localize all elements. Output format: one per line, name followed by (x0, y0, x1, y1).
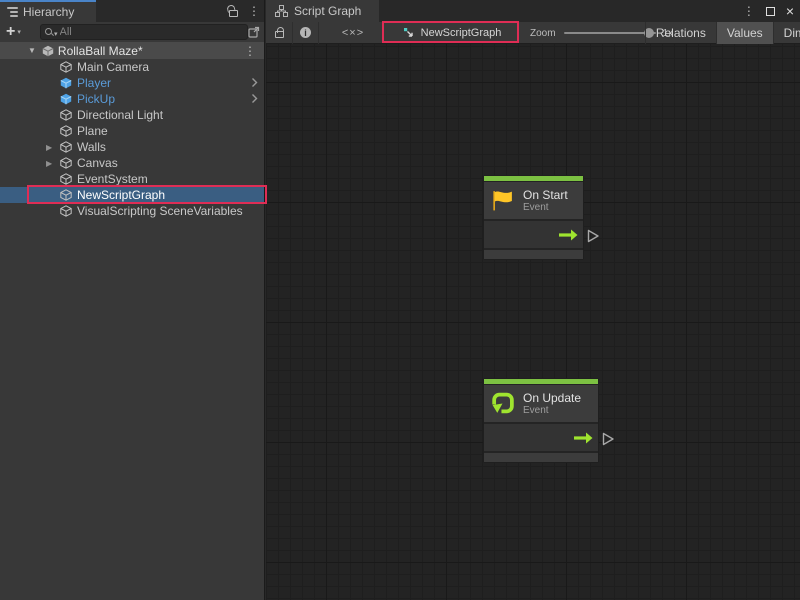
node-subtitle: Event (523, 202, 568, 214)
graph-info-button[interactable]: i (293, 22, 319, 44)
prefab-chevron-icon[interactable] (251, 77, 258, 91)
code-brackets-icon: <×> (342, 27, 364, 39)
relations-button[interactable]: Relations (645, 22, 716, 44)
zoom-label: Zoom (530, 28, 556, 39)
gameobject-cube-icon (60, 141, 74, 153)
graph-lock-button[interactable] (266, 22, 293, 44)
node-on-start[interactable]: On Start Event (483, 175, 584, 260)
search-icon (45, 28, 53, 36)
node-title: On Start (523, 188, 568, 202)
hierarchy-item-newscriptgraph[interactable]: NewScriptGraph (0, 187, 264, 203)
hierarchy-item-label: EventSystem (77, 172, 148, 186)
hierarchy-item-walls[interactable]: ▶ Walls (0, 139, 264, 155)
flow-arrow-icon (574, 432, 593, 444)
expand-triangle-icon[interactable]: ▶ (46, 143, 60, 152)
hierarchy-item-plane[interactable]: Plane (0, 123, 264, 139)
gameobject-cube-icon (60, 173, 74, 185)
unity-editor-window: Hierarchy ⋮ + ▾ ▾ (0, 0, 800, 600)
script-graph-panel: Script Graph ⋮ × i <×> (266, 0, 800, 600)
graph-breadcrumb-label: NewScriptGraph (421, 27, 502, 39)
hierarchy-list: Main Camera Player PickUp Directional Light… (0, 59, 264, 219)
info-icon: i (300, 27, 311, 38)
output-port-icon[interactable] (587, 229, 600, 243)
prefab-chevron-icon[interactable] (251, 93, 258, 107)
hierarchy-toolbar: + ▾ ▾ (0, 22, 264, 42)
script-graph-tab-label: Script Graph (294, 4, 361, 18)
open-in-window-icon (248, 26, 260, 38)
hierarchy-item-player[interactable]: Player (0, 75, 264, 91)
unlocked-padlock-icon[interactable] (229, 10, 238, 17)
hierarchy-item-visualscripting-scenevariables[interactable]: VisualScripting SceneVariables (0, 203, 264, 219)
flow-arrow-icon (559, 229, 578, 241)
start-flag-icon (490, 188, 515, 213)
hierarchy-item-pickup[interactable]: PickUp (0, 91, 264, 107)
hierarchy-item-eventsystem[interactable]: EventSystem (0, 171, 264, 187)
zoom-slider[interactable] (564, 32, 656, 34)
node-subtitle: Event (523, 405, 581, 417)
hierarchy-item-main-camera[interactable]: Main Camera (0, 59, 264, 75)
hierarchy-item-directional-light[interactable]: Directional Light (0, 107, 264, 123)
lock-icon (275, 31, 284, 38)
graph-breadcrumb-button[interactable]: NewScriptGraph (386, 23, 518, 43)
hierarchy-item-label: PickUp (77, 92, 115, 106)
search-filter-caret-icon: ▾ (54, 30, 58, 38)
hierarchy-list-icon (7, 5, 18, 19)
expand-triangle-icon[interactable]: ▶ (46, 159, 60, 168)
unity-scene-icon (42, 45, 54, 57)
hierarchy-item-label: NewScriptGraph (77, 188, 165, 202)
gameobject-cube-icon (60, 157, 74, 169)
graph-canvas[interactable]: On Start Event (266, 44, 800, 600)
open-in-search-button[interactable] (247, 24, 261, 40)
hierarchy-item-label: Plane (77, 124, 108, 138)
hierarchy-tab-label: Hierarchy (23, 5, 74, 19)
gameobject-cube-icon (60, 125, 74, 137)
output-port-icon[interactable] (602, 432, 615, 446)
node-title: On Update (523, 391, 581, 405)
hierarchy-item-label: Player (77, 76, 111, 90)
hierarchy-menu-icon[interactable]: ⋮ (248, 5, 260, 17)
window-menu-icon[interactable]: ⋮ (743, 5, 755, 17)
hierarchy-search-box[interactable]: ▾ (40, 24, 248, 40)
add-gameobject-button[interactable]: + ▾ (0, 24, 25, 40)
search-input[interactable] (60, 25, 243, 39)
scene-menu-icon[interactable]: ⋮ (244, 45, 256, 57)
gameobject-cube-icon (60, 189, 74, 201)
tab-script-graph[interactable]: Script Graph (266, 0, 379, 22)
hierarchy-item-label: Directional Light (77, 108, 163, 122)
scene-header-row[interactable]: ▼ RollaBall Maze* ⋮ (0, 42, 264, 59)
script-graph-toolbar: i <×> NewScriptGraph Zoom 1x (266, 22, 800, 44)
script-graph-asset-icon (403, 27, 415, 39)
hierarchy-tabbar: Hierarchy ⋮ (0, 0, 264, 22)
graph-network-icon (275, 5, 288, 17)
script-graph-tabbar: Script Graph ⋮ × (266, 0, 800, 22)
gameobject-cube-icon (60, 61, 74, 73)
hierarchy-item-label: Main Camera (77, 60, 149, 74)
graph-variables-button[interactable]: <×> (319, 22, 387, 44)
dropdown-caret-icon: ▾ (17, 28, 21, 36)
prefab-cube-icon (60, 77, 74, 89)
tab-hierarchy[interactable]: Hierarchy (0, 0, 96, 22)
gameobject-cube-icon (60, 109, 74, 121)
scene-expanded-triangle-icon[interactable]: ▼ (28, 46, 36, 55)
hierarchy-item-label: Canvas (77, 156, 118, 170)
values-button[interactable]: Values (716, 22, 773, 44)
hierarchy-panel: Hierarchy ⋮ + ▾ ▾ (0, 0, 265, 600)
prefab-cube-icon (60, 93, 74, 105)
gameobject-cube-icon (60, 205, 74, 217)
hierarchy-item-canvas[interactable]: ▶ Canvas (0, 155, 264, 171)
update-loop-icon (490, 391, 515, 416)
maximize-icon[interactable] (766, 7, 775, 16)
node-footer (484, 451, 598, 462)
hierarchy-item-label: Walls (77, 140, 106, 154)
dim-button[interactable]: Dim (773, 22, 800, 44)
hierarchy-item-label: VisualScripting SceneVariables (77, 204, 243, 218)
node-footer (484, 248, 583, 259)
node-on-update[interactable]: On Update Event (483, 378, 599, 463)
close-icon[interactable]: × (786, 4, 794, 18)
scene-name: RollaBall Maze* (58, 44, 143, 58)
